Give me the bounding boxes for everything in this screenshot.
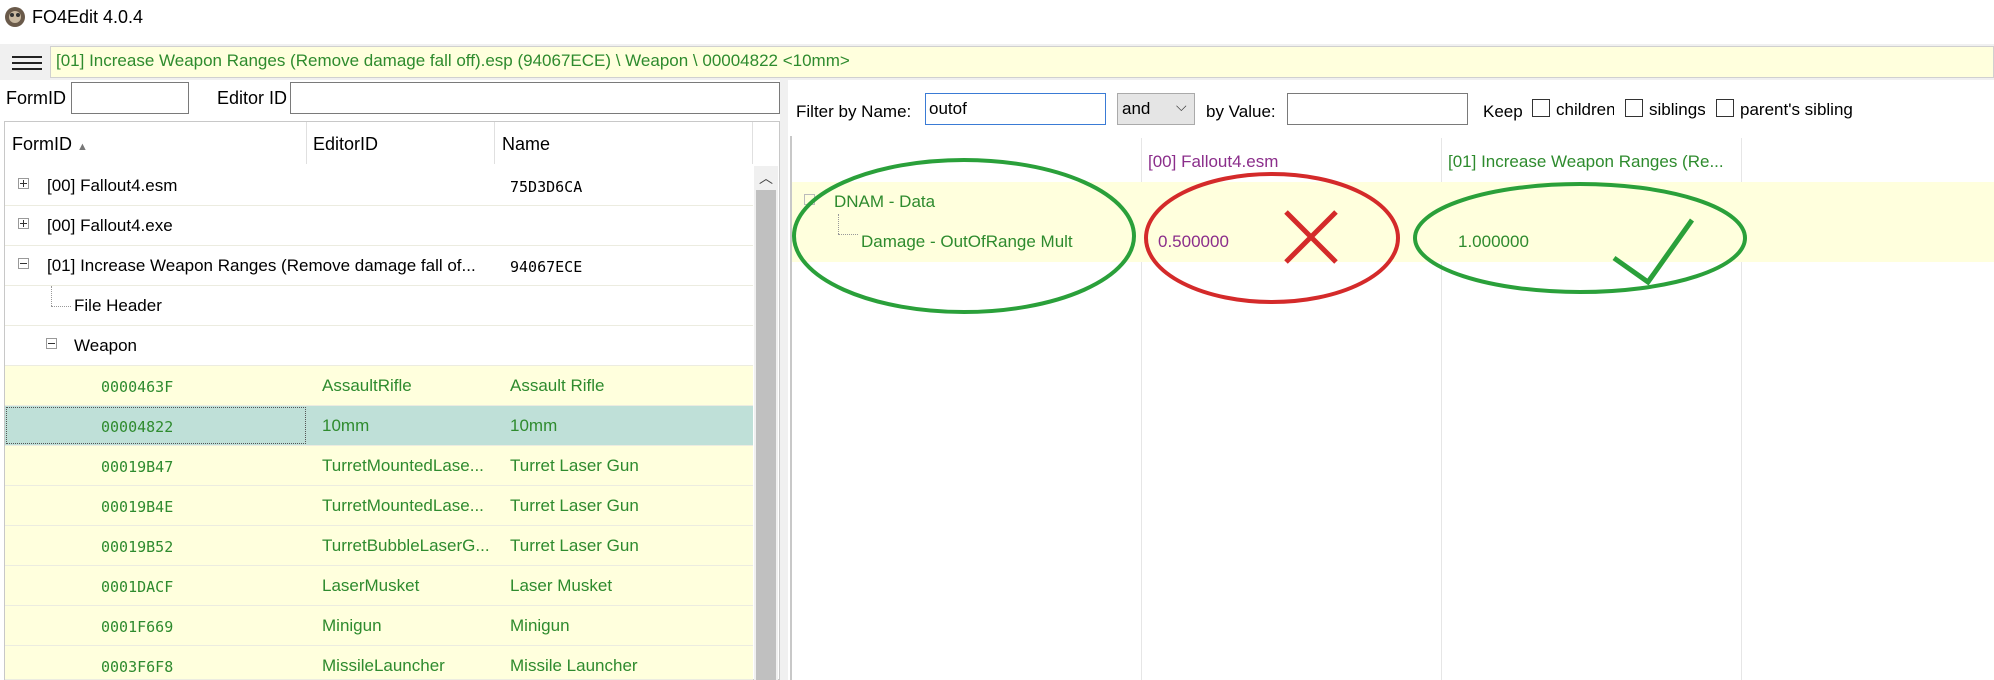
red-circle-annotation xyxy=(1144,172,1400,304)
red-x-mark-icon xyxy=(1284,210,1338,264)
annotation-overlay xyxy=(792,158,1747,314)
green-check-mark-icon xyxy=(1612,218,1695,286)
green-circle-annotation xyxy=(792,158,1136,314)
green-circle-annotation xyxy=(1413,182,1747,294)
